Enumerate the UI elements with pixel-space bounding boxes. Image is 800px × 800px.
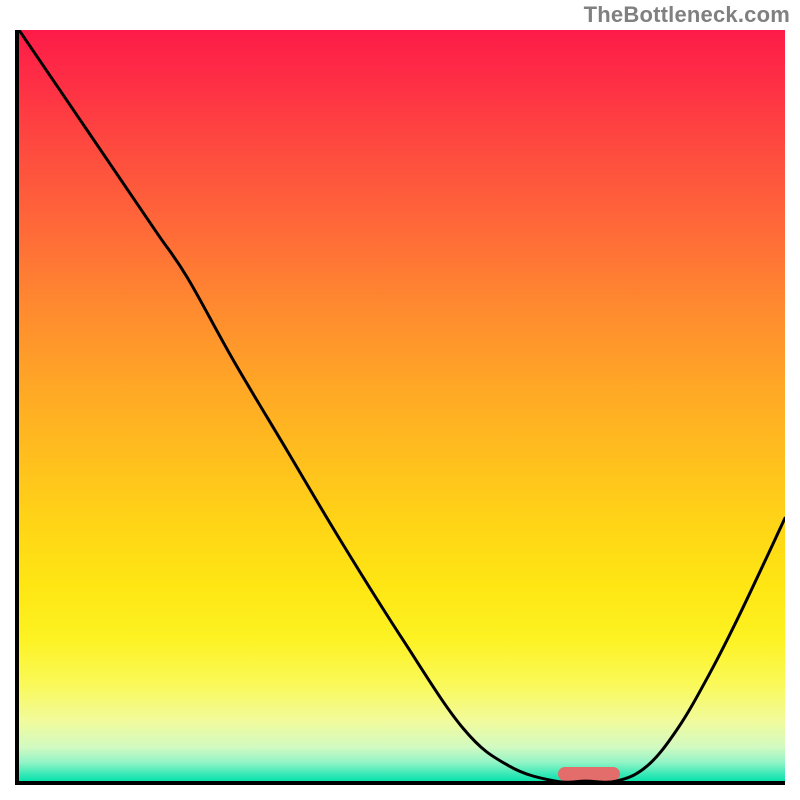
chart-plot-area <box>15 30 785 785</box>
watermark-text: TheBottleneck.com <box>584 2 790 28</box>
bottleneck-curve <box>19 30 785 781</box>
